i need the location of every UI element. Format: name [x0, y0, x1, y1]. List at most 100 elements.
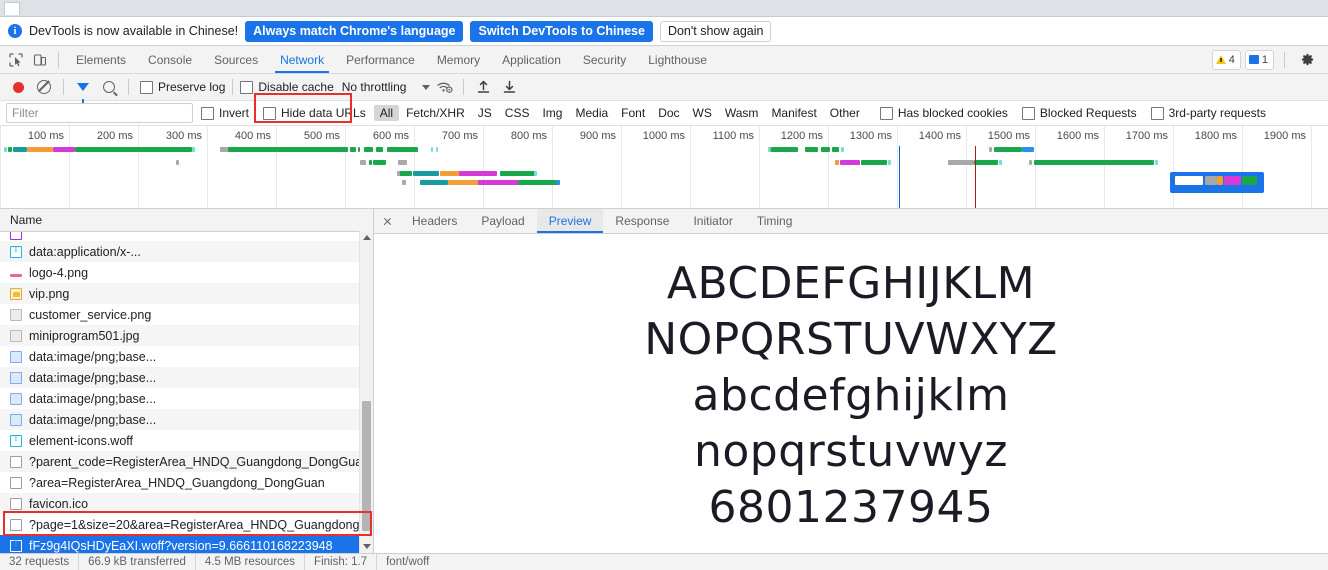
- filter-type-all[interactable]: All: [373, 105, 400, 121]
- info-icon: i: [8, 24, 22, 38]
- detail-tab-preview[interactable]: Preview: [536, 209, 604, 233]
- filter-funnel-icon[interactable]: [71, 76, 95, 103]
- tick-label: 200 ms: [96, 130, 133, 142]
- tab-network[interactable]: Network: [269, 46, 335, 73]
- dont-show-again-button[interactable]: Don't show again: [659, 20, 772, 42]
- tab-bar-right-controls: 4 1: [1211, 49, 1324, 71]
- tick-label: 600 ms: [372, 130, 409, 142]
- filter-type-img[interactable]: Img: [536, 105, 568, 121]
- filter-type-other[interactable]: Other: [824, 105, 866, 121]
- warning-triangle-icon: [1215, 55, 1226, 64]
- table-row[interactable]: data:application/x-...: [0, 241, 373, 262]
- scroll-down-arrow[interactable]: [360, 540, 373, 553]
- scrollbar-thumb[interactable]: [362, 401, 371, 531]
- filter-type-manifest[interactable]: Manifest: [765, 105, 822, 121]
- table-row[interactable]: data:image/png;base...: [0, 409, 373, 430]
- devtools-tab-bar: Elements Console Sources Network Perform…: [0, 46, 1328, 123]
- filter-input[interactable]: [6, 103, 193, 123]
- wifi-icon[interactable]: [432, 76, 456, 98]
- tab-console[interactable]: Console: [137, 46, 203, 73]
- detail-tab-initiator[interactable]: Initiator: [681, 209, 744, 233]
- table-row[interactable]: data:image/png;base...: [0, 367, 373, 388]
- filter-type-ws[interactable]: WS: [687, 105, 718, 121]
- inspect-icon[interactable]: [4, 49, 28, 71]
- tab-memory[interactable]: Memory: [426, 46, 491, 73]
- throttling-select[interactable]: No throttling: [342, 80, 407, 94]
- disable-cache-checkbox[interactable]: Disable cache: [240, 80, 334, 94]
- export-har-icon[interactable]: [497, 76, 521, 98]
- preserve-log-box[interactable]: [140, 80, 153, 94]
- third-party-requests-checkbox[interactable]: 3rd-party requests: [1150, 106, 1266, 120]
- table-row[interactable]: data:image/png;base...: [0, 388, 373, 409]
- table-row[interactable]: ?parent_code=RegisterArea_HNDQ_Guangdong…: [0, 451, 373, 472]
- import-har-icon[interactable]: [471, 76, 495, 98]
- hide-data-urls-box[interactable]: [263, 106, 277, 120]
- status-finish: Finish: 1.7: [305, 554, 378, 570]
- warning-badge[interactable]: 4: [1211, 49, 1241, 70]
- search-icon[interactable]: [97, 76, 121, 98]
- preserve-log-checkbox[interactable]: Preserve log: [140, 80, 225, 94]
- filter-type-font[interactable]: Font: [615, 105, 651, 121]
- filter-type-wasm[interactable]: Wasm: [719, 105, 765, 121]
- table-row[interactable]: data:image/png;base...: [0, 346, 373, 367]
- switch-to-chinese-button[interactable]: Switch DevTools to Chinese: [470, 20, 653, 42]
- table-row[interactable]: favicon.ico: [0, 493, 373, 514]
- tab-lighthouse[interactable]: Lighthouse: [637, 46, 718, 73]
- message-badge[interactable]: 1: [1244, 49, 1274, 70]
- disable-cache-box[interactable]: [240, 80, 254, 94]
- filter-type-media[interactable]: Media: [569, 105, 614, 121]
- tab-performance[interactable]: Performance: [335, 46, 426, 73]
- panel-tabs: Elements Console Sources Network Perform…: [65, 46, 718, 73]
- blocked-requests-checkbox[interactable]: Blocked Requests: [1021, 106, 1137, 120]
- tab-sources[interactable]: Sources: [203, 46, 269, 73]
- network-overview-timeline[interactable]: 100 ms 200 ms 300 ms 400 ms 500 ms 600 m…: [0, 126, 1328, 209]
- hide-data-urls-checkbox[interactable]: Hide data URLs: [263, 106, 366, 120]
- message-count: 1: [1261, 53, 1268, 66]
- table-row[interactable]: ?page=1&size=20&area=RegisterArea_HNDQ_G…: [0, 514, 373, 535]
- hide-data-urls-label: Hide data URLs: [281, 106, 366, 120]
- scroll-up-arrow[interactable]: [360, 231, 373, 244]
- detail-tab-response[interactable]: Response: [603, 209, 681, 233]
- has-blocked-cookies-box[interactable]: [879, 106, 893, 120]
- table-row[interactable]: element-icons.woff: [0, 430, 373, 451]
- table-row[interactable]: miniprogram501.jpg: [0, 325, 373, 346]
- close-icon[interactable]: [374, 209, 400, 233]
- filter-type-doc[interactable]: Doc: [652, 105, 685, 121]
- filter-type-js[interactable]: JS: [472, 105, 498, 121]
- clear-glyph: [37, 80, 51, 94]
- tab-application[interactable]: Application: [491, 46, 572, 73]
- tab-security[interactable]: Security: [572, 46, 637, 73]
- table-row[interactable]: ?area=RegisterArea_HNDQ_Guangdong_DongGu…: [0, 472, 373, 493]
- table-row-selected[interactable]: fFz9g4IQsHDyEaXI.woff?version=9.66611016…: [0, 535, 373, 553]
- table-row[interactable]: [0, 232, 373, 241]
- blocked-requests-box[interactable]: [1021, 106, 1035, 120]
- request-list-header[interactable]: Name: [0, 209, 373, 232]
- gear-icon[interactable]: [1295, 49, 1319, 71]
- filter-type-css[interactable]: CSS: [499, 105, 536, 121]
- timeline-ruler: 100 ms 200 ms 300 ms 400 ms 500 ms 600 m…: [0, 126, 1328, 208]
- detail-tab-timing[interactable]: Timing: [745, 209, 805, 233]
- device-toolbar-icon[interactable]: [28, 49, 52, 71]
- request-name: customer_service.png: [29, 307, 152, 322]
- image-icon: [10, 308, 22, 321]
- table-row[interactable]: logo-4.png: [0, 262, 373, 283]
- table-row[interactable]: customer_service.png: [0, 304, 373, 325]
- request-list-scrollbar[interactable]: [359, 231, 373, 553]
- detail-tab-headers[interactable]: Headers: [400, 209, 469, 233]
- invert-checkbox[interactable]: Invert: [201, 106, 249, 120]
- invert-box[interactable]: [201, 106, 214, 120]
- filter-type-fetch-xhr[interactable]: Fetch/XHR: [400, 105, 471, 121]
- status-resources: 4.5 MB resources: [196, 554, 306, 570]
- chevron-down-icon[interactable]: [422, 84, 431, 90]
- tab-elements[interactable]: Elements: [65, 46, 137, 73]
- request-detail-pane: Headers Payload Preview Response Initiat…: [374, 209, 1328, 553]
- always-match-language-button[interactable]: Always match Chrome's language: [245, 20, 464, 42]
- clear-icon[interactable]: [32, 76, 56, 98]
- extra-filter-checkboxes: Has blocked cookies Blocked Requests 3rd…: [879, 106, 1266, 120]
- third-party-requests-box[interactable]: [1150, 106, 1164, 120]
- detail-tab-payload[interactable]: Payload: [469, 209, 536, 233]
- has-blocked-cookies-checkbox[interactable]: Has blocked cookies: [879, 106, 1008, 120]
- record-icon[interactable]: [6, 76, 30, 98]
- table-row[interactable]: vip.png: [0, 283, 373, 304]
- request-list[interactable]: data:application/x-... logo-4.png vip.pn…: [0, 232, 373, 553]
